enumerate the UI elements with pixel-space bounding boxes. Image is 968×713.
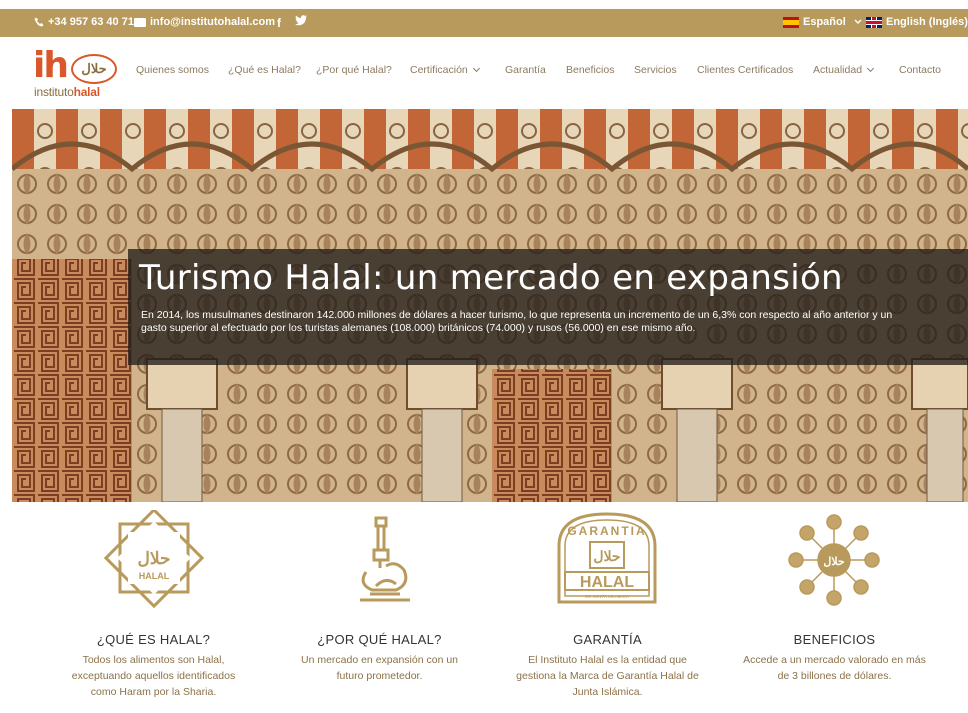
svg-text:HALAL: HALAL bbox=[139, 571, 170, 581]
logo-wordmark: institutohalal bbox=[34, 85, 100, 99]
facebook-icon: f bbox=[277, 16, 281, 30]
uk-flag-icon bbox=[866, 16, 882, 28]
network-icon: حلال bbox=[727, 510, 942, 615]
nav-item-servicios[interactable]: Servicios bbox=[634, 64, 677, 76]
nav-item-contacto[interactable]: Contacto bbox=[899, 64, 941, 76]
feature-text: Accede a un mercado valorado en más de 3… bbox=[743, 654, 926, 682]
chevron-down-icon bbox=[472, 64, 480, 73]
feature-title[interactable]: GARANTÍA bbox=[500, 632, 715, 647]
feature-que-es-halal[interactable]: حلال HALAL ¿QUÉ ES HALAL? Todos los alim… bbox=[46, 507, 261, 698]
email-address: info@institutohalal.com bbox=[150, 16, 276, 28]
twitter-icon bbox=[295, 15, 307, 26]
hero-description: En 2014, los musulmanes destinaron 142.0… bbox=[141, 309, 893, 334]
svg-text:حلال: حلال bbox=[137, 549, 170, 568]
phone-contact[interactable]: +34 957 63 40 71 bbox=[34, 16, 134, 28]
svg-text:DE JUNTA ISLAMICA: DE JUNTA ISLAMICA bbox=[585, 594, 629, 599]
hero-slider[interactable]: Turismo Halal: un mercado en expansión E… bbox=[12, 109, 968, 502]
phone-number: +34 957 63 40 71 bbox=[48, 16, 134, 28]
language-selector-es[interactable]: Español bbox=[783, 16, 862, 28]
language-es-label: Español bbox=[803, 16, 846, 28]
facebook-link[interactable]: f bbox=[277, 16, 281, 30]
top-bar: +34 957 63 40 71 info@institutohalal.com… bbox=[0, 9, 968, 37]
feature-garantia[interactable]: GARANTIA حلال HALAL DE JUNTA ISLAMICA GA… bbox=[500, 510, 715, 698]
svg-text:HALAL: HALAL bbox=[580, 574, 634, 591]
svg-text:حلال: حلال bbox=[593, 548, 620, 564]
halal-star-icon: حلال HALAL bbox=[46, 507, 261, 615]
feature-text: El Instituto Halal es la entidad que ges… bbox=[516, 654, 699, 698]
microscope-icon bbox=[272, 510, 487, 615]
site-header: ih حلال institutohalal Quienes somos ¿Qu… bbox=[0, 37, 968, 109]
feature-beneficios[interactable]: حلال BENEFICIOS Accede a un mercado valo… bbox=[727, 510, 942, 682]
nav-item-garantia[interactable]: Garantía bbox=[505, 64, 546, 76]
nav-item-actualidad[interactable]: Actualidad bbox=[813, 64, 875, 76]
twitter-link[interactable] bbox=[295, 15, 307, 26]
nav-item-clientes-certificados[interactable]: Clientes Certificados bbox=[697, 64, 793, 76]
nav-item-certificacion[interactable]: Certificación bbox=[410, 64, 480, 76]
feature-text: Todos los alimentos son Halal, exceptuan… bbox=[71, 654, 236, 698]
language-selector-en[interactable]: English (Inglés) bbox=[866, 16, 968, 28]
feature-title[interactable]: ¿QUÉ ES HALAL? bbox=[46, 632, 261, 647]
feature-por-que-halal[interactable]: ¿POR QUÉ HALAL? Un mercado en expansión … bbox=[272, 510, 487, 682]
envelope-icon bbox=[134, 17, 146, 27]
nav-item-que-es-halal[interactable]: ¿Qué es Halal? bbox=[228, 64, 301, 76]
phone-icon bbox=[34, 17, 44, 27]
nav-item-por-que-halal[interactable]: ¿Por qué Halal? bbox=[316, 64, 392, 76]
feature-title[interactable]: BENEFICIOS bbox=[727, 632, 942, 647]
garantia-halal-seal-icon: GARANTIA حلال HALAL DE JUNTA ISLAMICA bbox=[500, 510, 715, 615]
hero-title[interactable]: Turismo Halal: un mercado en expansión bbox=[139, 258, 843, 298]
main-nav: Quienes somos ¿Qué es Halal? ¿Por qué Ha… bbox=[0, 64, 968, 78]
nav-item-beneficios[interactable]: Beneficios bbox=[566, 64, 614, 76]
feature-text: Un mercado en expansión con un futuro pr… bbox=[300, 654, 459, 682]
chevron-down-icon bbox=[867, 64, 875, 73]
svg-text:حلال: حلال bbox=[823, 556, 845, 568]
nav-item-quienes-somos[interactable]: Quienes somos bbox=[136, 64, 209, 76]
spain-flag-icon bbox=[783, 16, 799, 28]
chevron-down-icon bbox=[854, 19, 862, 24]
email-contact[interactable]: info@institutohalal.com bbox=[134, 16, 275, 28]
feature-title[interactable]: ¿POR QUÉ HALAL? bbox=[272, 632, 487, 647]
svg-text:GARANTIA: GARANTIA bbox=[567, 524, 646, 538]
language-en-label: English (Inglés) bbox=[886, 16, 968, 28]
